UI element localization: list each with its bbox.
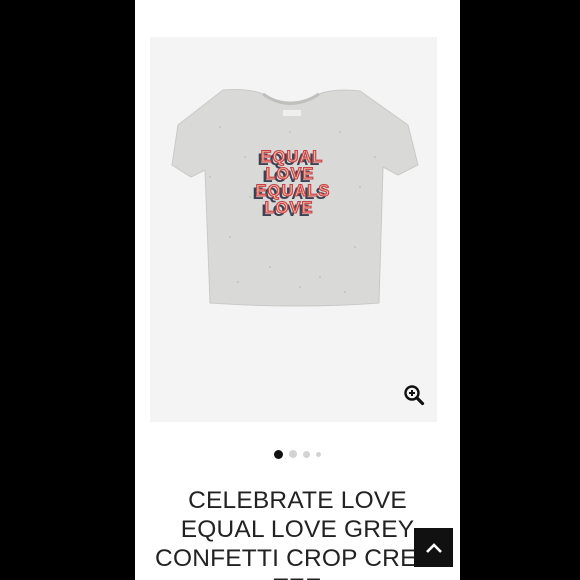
carousel-dot-active[interactable] bbox=[274, 449, 283, 459]
carousel-dots bbox=[135, 448, 460, 460]
zoom-button[interactable] bbox=[403, 384, 425, 406]
chevron-up-icon bbox=[425, 542, 442, 553]
carousel-dot[interactable] bbox=[303, 450, 310, 458]
tshirt-illustration: EQUALEQUALLOVELOVEEQUALSEQUALSLOVELOVE bbox=[171, 89, 419, 307]
neck-tag bbox=[283, 110, 301, 116]
carousel-dot[interactable] bbox=[316, 451, 321, 457]
scroll-to-top-button[interactable] bbox=[414, 528, 453, 567]
zoom-in-icon bbox=[404, 385, 425, 406]
product-image[interactable]: EQUAL EQUAL LOVE LOVE EQUALS EQUALS LOVE LOVE bbox=[150, 37, 437, 422]
carousel-dot[interactable] bbox=[289, 450, 297, 458]
graphic-line: LOVE bbox=[265, 199, 314, 217]
product-page: EQUAL EQUAL LOVE LOVE EQUALS EQUALS LOVE LOVE C… bbox=[135, 0, 460, 580]
product-title: CELEBRATE LOVE EQUAL LOVE GREY CONFETTI … bbox=[155, 487, 440, 580]
graphic-line: EQUAL bbox=[261, 148, 324, 166]
graphic-line: LOVE bbox=[266, 165, 315, 183]
graphic-line: EQUALS bbox=[256, 182, 331, 200]
